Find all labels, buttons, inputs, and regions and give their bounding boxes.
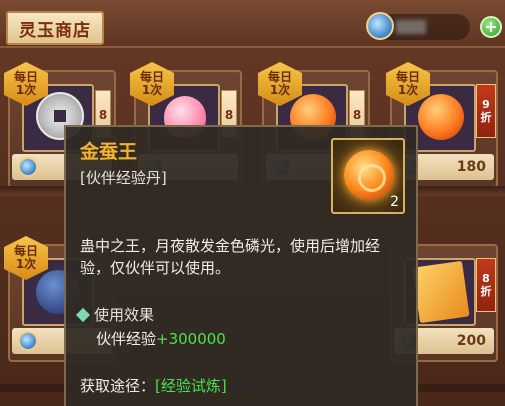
item-type: [伙伴经验丹]	[80, 169, 167, 187]
shop-title: 灵玉商店	[19, 20, 91, 41]
item-icon-frame: 2	[331, 138, 405, 214]
effect-title: 使用效果	[94, 306, 155, 324]
discount-tag: 8 折	[476, 258, 496, 312]
source-line: 获取途径：[经验试炼]	[80, 375, 227, 396]
price-value: 200	[456, 333, 486, 349]
golden-silkworm-icon	[344, 150, 394, 200]
jade-coin-icon	[18, 157, 38, 177]
item-count: 2	[390, 194, 399, 210]
item-description: 蛊中之王，月夜散发金色磷光，使用后增加经验，仅伙伴可以使用。	[80, 237, 381, 277]
daily-badge-line2: 1次	[15, 83, 37, 97]
currency-display	[366, 12, 470, 40]
effect-line: 伙伴经验+300000	[96, 328, 226, 349]
discount-unit: 折	[480, 111, 492, 124]
discount-value: 9	[482, 97, 490, 111]
discount-value: 8	[482, 271, 490, 285]
golden-silkworm-icon	[418, 94, 464, 140]
diamond-bullet-icon	[75, 307, 91, 322]
item-name: 金蚕王	[80, 141, 138, 163]
golden-scroll-icon	[412, 260, 470, 324]
jade-coin-icon	[366, 12, 394, 40]
effect-value: +300000	[156, 330, 226, 348]
effect-heading: 使用效果	[75, 304, 155, 325]
item-tooltip: 金蚕王 [伙伴经验丹] 2 蛊中之王，月夜散发金色磷光，使用后增加经验，仅伙伴可…	[64, 125, 418, 406]
source-label: 获取途径：	[80, 377, 156, 395]
daily-badge-line2: 1次	[397, 83, 419, 97]
jade-coin-icon	[18, 331, 38, 351]
plus-icon: +	[484, 17, 498, 36]
daily-badge-line2: 1次	[141, 83, 163, 97]
shop-header: 灵玉商店 +	[0, 0, 505, 48]
currency-amount	[396, 20, 426, 34]
discount-tag: 9 折	[476, 84, 496, 138]
source-link[interactable]: [经验试炼]	[155, 377, 227, 395]
daily-badge-line2: 1次	[15, 257, 37, 271]
add-currency-button[interactable]: +	[480, 16, 502, 38]
price-value: 180	[456, 159, 486, 175]
effect-label: 伙伴经验	[96, 330, 157, 348]
discount-unit: 折	[480, 285, 492, 298]
daily-badge-line2: 1次	[269, 83, 291, 97]
shop-title-tab[interactable]: 灵玉商店	[6, 11, 104, 45]
